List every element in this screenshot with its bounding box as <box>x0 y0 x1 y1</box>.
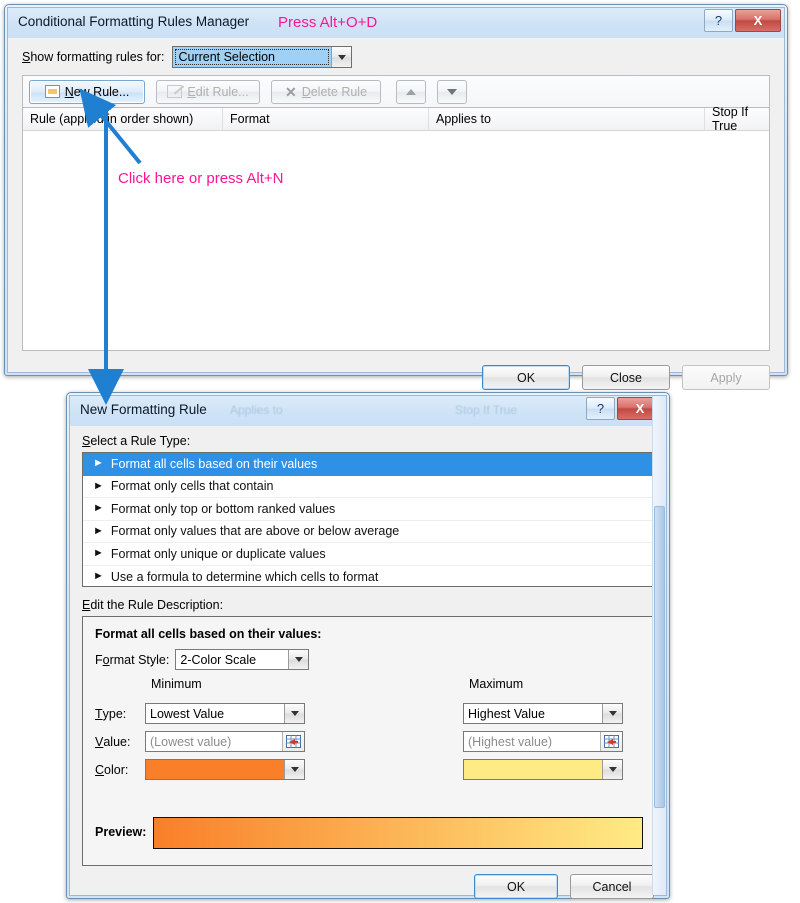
range-selector-glyph <box>604 735 619 748</box>
show-rules-label: Show formatting rules for: <box>22 50 165 64</box>
dialog1-titlebar[interactable]: Conditional Formatting Rules Manager ? X <box>8 8 784 38</box>
ghost-text-stop-if-true: Stop If True <box>455 403 518 417</box>
maximum-fields: Highest Value (Highest value) <box>463 703 623 787</box>
annotation-click-here: Click here or press Alt+N <box>118 170 284 187</box>
maximum-label: Maximum <box>469 677 524 691</box>
dialog2-titlebar[interactable]: New Formatting Rule Applies to Stop If T… <box>70 396 666 426</box>
maximum-color-swatch <box>464 760 602 779</box>
help-icon[interactable]: ? <box>704 9 733 32</box>
range-selector-glyph <box>286 735 301 748</box>
maximum-value-input[interactable]: (Highest value) <box>463 731 623 752</box>
chevron-down-icon[interactable] <box>284 760 304 779</box>
maximum-color-dropdown[interactable] <box>463 759 623 780</box>
bullet-arrow-icon: ► <box>93 547 104 560</box>
rules-list-header: Rule (applied in order shown) Format App… <box>23 105 769 133</box>
move-up-icon <box>406 88 416 95</box>
minimum-type-value: Lowest Value <box>150 706 225 721</box>
rule-type-item[interactable]: ► Format only unique or duplicate values <box>83 543 655 566</box>
delete-rule-label: Delete Rule <box>301 84 368 99</box>
dialog1-buttons: OK Close Apply <box>482 365 770 390</box>
show-rules-for-dropdown[interactable]: Current Selection <box>172 46 353 68</box>
chevron-down-icon[interactable] <box>288 650 309 669</box>
column-header-applies-to[interactable]: Applies to <box>429 108 705 130</box>
format-style-label: Format Style: <box>95 652 170 667</box>
minimum-type-dropdown[interactable]: Lowest Value <box>145 703 305 724</box>
rule-description-panel: Format all cells based on their values: … <box>82 616 656 866</box>
rule-type-listbox[interactable]: ► Format all cells based on their values … <box>82 452 656 587</box>
show-rules-for-value: Current Selection <box>174 48 330 66</box>
format-style-value: 2-Color Scale <box>180 652 257 667</box>
minimum-value-input[interactable]: (Lowest value) <box>145 731 305 752</box>
bullet-arrow-icon: ► <box>93 457 104 470</box>
bullet-arrow-icon: ► <box>93 502 104 515</box>
edit-rule-button[interactable]: Edit Rule... <box>156 79 260 104</box>
chevron-down-icon[interactable] <box>331 47 352 67</box>
delete-rule-button[interactable]: ✕ Delete Rule <box>271 79 381 104</box>
bullet-arrow-icon: ► <box>93 570 104 583</box>
maximum-type-value: Highest Value <box>468 706 545 721</box>
new-rule-icon <box>44 85 60 98</box>
move-down-icon <box>447 88 457 95</box>
minimum-label: Minimum <box>151 677 202 691</box>
chevron-down-icon[interactable] <box>602 760 622 779</box>
edit-rule-label: Edit Rule... <box>187 84 249 99</box>
rule-type-item[interactable]: ► Format only cells that contain <box>83 476 655 498</box>
ok-button[interactable]: OK <box>482 365 570 390</box>
rule-description-heading: Format all cells based on their values: <box>95 627 322 641</box>
ok-button[interactable]: OK <box>474 874 558 899</box>
dialog1-title: Conditional Formatting Rules Manager <box>18 14 250 29</box>
delete-rule-icon: ✕ <box>284 83 297 100</box>
close-button[interactable]: Close <box>582 365 670 390</box>
cancel-button[interactable]: Cancel <box>570 874 654 899</box>
dialog2-title: New Formatting Rule <box>80 402 207 417</box>
new-rule-label: New Rule... <box>64 84 130 99</box>
range-selector-icon[interactable] <box>600 732 622 751</box>
chevron-down-icon[interactable] <box>602 704 622 723</box>
annotation-press-alt-o-d: Press Alt+O+D <box>278 14 378 31</box>
maximum-type-dropdown[interactable]: Highest Value <box>463 703 623 724</box>
new-formatting-rule-dialog: New Formatting Rule Applies to Stop If T… <box>66 392 670 899</box>
bullet-arrow-icon: ► <box>93 479 104 492</box>
scrollbar-thumb[interactable] <box>654 506 665 808</box>
move-rule-up-button[interactable] <box>396 79 426 104</box>
column-header-stop-if-true[interactable]: Stop If True <box>705 105 769 133</box>
new-rule-button[interactable]: New Rule... <box>29 79 145 104</box>
rule-type-item[interactable]: ► Format all cells based on their values <box>83 453 655 476</box>
range-selector-icon[interactable] <box>282 732 304 751</box>
preview-gradient <box>153 817 643 849</box>
column-header-rule[interactable]: Rule (applied in order shown) <box>23 108 223 130</box>
maximum-value-placeholder: (Highest value) <box>468 734 553 749</box>
bullet-arrow-icon: ► <box>93 524 104 537</box>
help-icon[interactable]: ? <box>586 397 615 420</box>
rules-list[interactable]: Rule (applied in order shown) Format App… <box>22 105 770 351</box>
dialog1-window-buttons: ? X <box>702 9 781 32</box>
chevron-down-icon[interactable] <box>284 704 304 723</box>
format-style-dropdown[interactable]: 2-Color Scale <box>175 649 310 670</box>
move-rule-down-button[interactable] <box>437 79 467 104</box>
rules-toolbar: New Rule... Edit Rule... ✕ Delete Rule <box>22 75 770 107</box>
edit-rule-description-label: Edit the Rule Description: <box>82 598 224 612</box>
rule-type-item[interactable]: ► Format only values that are above or be… <box>83 521 655 543</box>
dialog2-buttons: OK Cancel <box>474 874 654 899</box>
minimum-fields: Lowest Value (Lowest value) <box>145 703 305 787</box>
select-rule-type-label: Select a Rule Type: <box>82 434 191 448</box>
ghost-text-applies-to: Applies to <box>230 403 283 417</box>
apply-button[interactable]: Apply <box>682 365 770 390</box>
column-header-format[interactable]: Format <box>223 108 429 130</box>
rule-type-item[interactable]: ► Format only top or bottom ranked values <box>83 498 655 521</box>
minimum-value-placeholder: (Lowest value) <box>150 734 232 749</box>
conditional-formatting-rules-manager-dialog: Conditional Formatting Rules Manager ? X… <box>4 4 788 390</box>
dialog2-scrollbar[interactable] <box>652 396 666 895</box>
format-style-row: Format Style: 2-Color Scale <box>95 649 310 670</box>
minimum-color-swatch <box>146 760 284 779</box>
rule-type-item[interactable]: ► Use a formula to determine which cells … <box>83 566 655 587</box>
edit-rule-icon <box>167 85 183 98</box>
minimum-color-dropdown[interactable] <box>145 759 305 780</box>
preview-label: Preview: <box>95 825 147 839</box>
close-icon[interactable]: X <box>735 9 781 32</box>
show-rules-row: Show formatting rules for: Current Selec… <box>22 46 353 68</box>
